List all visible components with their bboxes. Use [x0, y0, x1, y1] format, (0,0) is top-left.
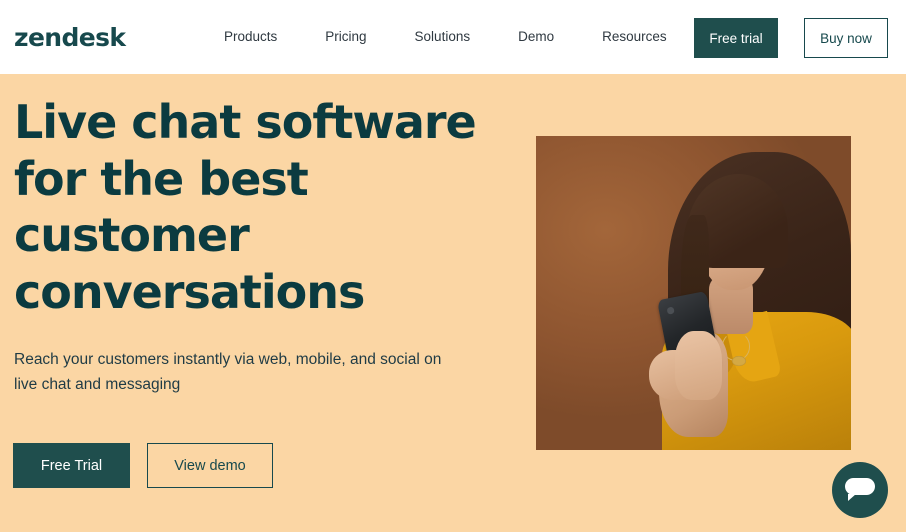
hero-image	[536, 136, 851, 450]
hero-cta-group: Free Trial View demo	[13, 443, 273, 488]
nav-link-resources[interactable]: Resources	[578, 30, 691, 44]
phone-camera	[666, 306, 674, 314]
nav-link-solutions[interactable]: Solutions	[391, 30, 495, 44]
nav-link-demo[interactable]: Demo	[494, 30, 578, 44]
header-buy-now-button[interactable]: Buy now	[804, 18, 888, 58]
header-actions: Free trial Buy now	[694, 18, 906, 58]
hero-free-trial-button[interactable]: Free Trial	[13, 443, 130, 488]
nav-link-products[interactable]: Products	[200, 30, 301, 44]
chat-widget-button[interactable]	[832, 462, 888, 518]
person-illustration	[536, 136, 851, 450]
hero-section: Live chat software for the best customer…	[0, 74, 906, 532]
hero-view-demo-button[interactable]: View demo	[147, 443, 273, 488]
main-navigation: Products Pricing Solutions Demo Resource…	[200, 0, 691, 74]
chat-bubble-icon	[845, 478, 875, 501]
zendesk-logo[interactable]: zendesk	[14, 25, 126, 50]
site-header: zendesk Products Pricing Solutions Demo …	[0, 0, 906, 74]
header-free-trial-button[interactable]: Free trial	[694, 18, 778, 58]
hero-subtext: Reach your customers instantly via web, …	[14, 351, 442, 394]
hero-photo-backdrop	[536, 136, 851, 450]
nav-link-pricing[interactable]: Pricing	[301, 30, 390, 44]
hero-headline: Live chat software for the best customer…	[14, 95, 477, 319]
hand-upper	[674, 330, 722, 400]
